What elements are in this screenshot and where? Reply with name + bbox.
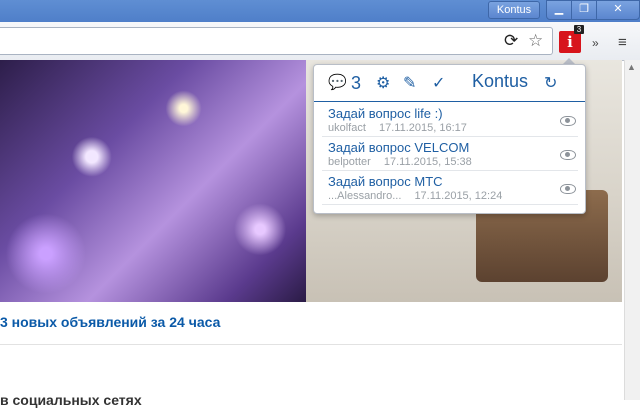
- message-meta: belpotter 17.11.2015, 15:38: [328, 156, 472, 168]
- page-scrollbar[interactable]: [624, 60, 640, 400]
- message-date: 17.11.2015, 16:17: [378, 122, 467, 134]
- menu-icon[interactable]: ≡: [618, 34, 627, 51]
- more-extensions-icon[interactable]: »: [592, 36, 599, 50]
- settings-gear-icon[interactable]: ⚙: [376, 73, 390, 93]
- eye-icon[interactable]: [560, 150, 576, 160]
- scroll-up-icon[interactable]: ▲: [627, 62, 636, 72]
- kontus-popup: 💬 3 ⚙ ✎ ✓ Kontus ↻ Задай вопрос life :) …: [313, 64, 586, 214]
- reload-icon[interactable]: ⟳: [504, 32, 518, 50]
- edit-icon[interactable]: ✎: [403, 73, 416, 93]
- extension-badge: 3: [574, 25, 584, 34]
- message-meta: ukolfact 17.11.2015, 16:17: [328, 122, 467, 134]
- message-title[interactable]: Задай вопрос life :): [328, 106, 443, 121]
- maximize-icon[interactable]: ❐: [571, 0, 597, 20]
- popup-header: 💬 3 ⚙ ✎ ✓ Kontus ↻: [314, 65, 585, 102]
- eye-icon[interactable]: [560, 184, 576, 194]
- message-meta: ...Alessandro... 17.11.2015, 12:24: [328, 190, 502, 202]
- message-title[interactable]: Задай вопрос VELCOM: [328, 140, 469, 155]
- close-icon[interactable]: ✕: [596, 0, 640, 20]
- address-bar[interactable]: ⟳ ☆: [0, 27, 553, 55]
- minimize-icon[interactable]: ▁: [546, 0, 572, 20]
- unread-count: 3: [351, 73, 362, 93]
- window-titlebar: Kontus ▁ ❐ ✕: [0, 0, 640, 22]
- bookmark-star-icon[interactable]: ☆: [528, 32, 543, 50]
- message-author[interactable]: ukolfact: [328, 122, 366, 134]
- message-item[interactable]: Задай вопрос МТС ...Alessandro... 17.11.…: [322, 171, 578, 205]
- message-title[interactable]: Задай вопрос МТС: [328, 174, 443, 189]
- announcements-headline[interactable]: 3 новых объявлений за 24 часа: [0, 314, 220, 330]
- refresh-icon[interactable]: ↻: [544, 73, 557, 93]
- social-subheading: в социальных сетях: [0, 392, 142, 408]
- kontus-extension-button[interactable]: i: [559, 31, 581, 53]
- message-author[interactable]: belpotter: [328, 156, 371, 168]
- chat-icon: 💬: [328, 74, 347, 91]
- popup-title[interactable]: Kontus: [472, 71, 528, 92]
- disco-ball-image[interactable]: [0, 60, 306, 302]
- message-item[interactable]: Задай вопрос VELCOM belpotter 17.11.2015…: [322, 137, 578, 171]
- mark-all-read-icon[interactable]: ✓: [432, 73, 445, 93]
- message-date: 17.11.2015, 15:38: [383, 156, 472, 168]
- eye-icon[interactable]: [560, 116, 576, 126]
- message-author[interactable]: ...Alessandro...: [328, 190, 401, 202]
- message-date: 17.11.2015, 12:24: [414, 190, 503, 202]
- profile-button[interactable]: Kontus: [488, 1, 540, 19]
- message-item[interactable]: Задай вопрос life :) ukolfact 17.11.2015…: [322, 103, 578, 137]
- browser-toolbar: ⟳ ☆ i 3 » ≡: [0, 22, 640, 61]
